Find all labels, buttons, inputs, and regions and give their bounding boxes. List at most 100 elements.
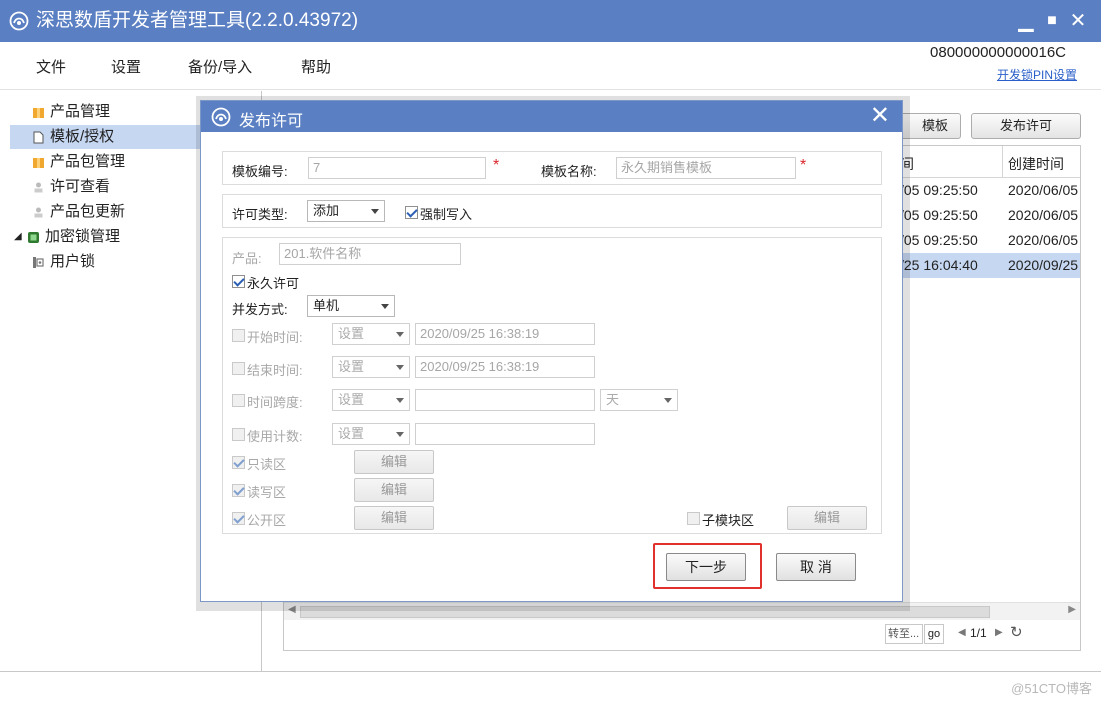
readonly-area-label: 只读区 [247, 457, 287, 472]
time-span-mode-select[interactable]: 设置 [332, 389, 410, 411]
app-title: 深思数盾开发者管理工具(2.2.0.43972) [36, 10, 359, 31]
usage-count-label: 使用计数: [247, 429, 303, 444]
license-details-group: 产品: 201.软件名称 永久许可 并发方式: 单机 开始时间: 设置 2020… [222, 237, 882, 534]
app-logo-icon [9, 11, 29, 31]
template-no-label: 模板编号: [232, 164, 288, 179]
concurrency-select[interactable]: 单机 [307, 295, 395, 317]
time-span-unit-select[interactable]: 天 [600, 389, 678, 411]
dialog-close-icon[interactable]: ✕ [870, 102, 890, 130]
expand-triangle-icon[interactable]: ◢ [14, 225, 22, 249]
public-area-checkbox[interactable] [232, 512, 245, 525]
table-cell: 2020/06/05 [1008, 182, 1079, 198]
column-divider [1002, 146, 1003, 178]
concurrency-value: 单机 [313, 298, 340, 313]
end-time-checkbox[interactable] [232, 362, 245, 375]
readwrite-area-label: 读写区 [247, 485, 287, 500]
app-logo-icon [211, 107, 231, 127]
tree-item-label: 产品管理 [50, 103, 111, 120]
readonly-area-checkbox[interactable] [232, 456, 245, 469]
menu-bar: 文件 设置 备份/导入 帮助 080000000000016C 开发锁PIN设置 [0, 42, 1101, 90]
start-time-mode-select[interactable]: 设置 [332, 323, 410, 345]
watermark: @51CTO博客 [1011, 681, 1092, 696]
concurrency-label: 并发方式: [232, 302, 288, 317]
readwrite-edit-button[interactable]: 编辑 [354, 478, 434, 502]
table-cell: 2020/09/25 [1008, 257, 1079, 273]
chip-icon [28, 232, 39, 243]
box-icon [33, 108, 44, 118]
time-span-field[interactable] [415, 389, 595, 411]
start-time-label: 开始时间: [247, 330, 303, 345]
product-field[interactable]: 201.软件名称 [279, 243, 461, 265]
license-type-label: 许可类型: [232, 207, 288, 222]
tree-item-label: 模板/授权 [50, 128, 115, 145]
go-button[interactable]: go [924, 624, 944, 644]
refresh-icon[interactable]: ↻ [1010, 623, 1023, 641]
start-time-checkbox[interactable] [232, 329, 245, 342]
tree-item-label: 许可查看 [50, 178, 111, 195]
publish-license-button[interactable]: 发布许可 [971, 113, 1081, 139]
time-span-mode: 设置 [338, 392, 365, 407]
usage-count-field[interactable] [415, 423, 595, 445]
force-write-checkbox[interactable] [405, 206, 418, 219]
column-header-created-time[interactable]: 创建时间 [1008, 154, 1064, 174]
product-label: 产品: [232, 251, 262, 266]
license-type-select[interactable]: 添加 [307, 200, 385, 222]
usage-count-checkbox[interactable] [232, 428, 245, 441]
tree-item-label: 加密锁管理 [45, 228, 121, 245]
submodule-area-checkbox[interactable] [687, 512, 700, 525]
template-name-field[interactable]: 永久期销售模板 [616, 157, 796, 179]
next-step-highlight [653, 543, 762, 589]
public-area-label: 公开区 [247, 513, 287, 528]
template-name-label: 模板名称: [541, 164, 597, 179]
end-time-mode-select[interactable]: 设置 [332, 356, 410, 378]
device-id: 080000000000016C [930, 44, 1066, 61]
end-time-mode: 设置 [338, 359, 365, 374]
start-time-field[interactable]: 2020/09/25 16:38:19 [415, 323, 595, 345]
pin-settings-link[interactable]: 开发锁PIN设置 [997, 66, 1077, 83]
public-edit-button[interactable]: 编辑 [354, 506, 434, 530]
prev-page-icon[interactable]: ◀ [958, 627, 966, 638]
time-span-checkbox[interactable] [232, 394, 245, 407]
permanent-license-checkbox[interactable] [232, 275, 245, 288]
template-no-field[interactable]: 7 [308, 157, 486, 179]
publish-license-dialog: 发布许可 ✕ 模板编号: 7 * 模板名称: 永久期销售模板 * 许可类型: 添… [200, 100, 903, 602]
menu-file[interactable]: 文件 [36, 56, 66, 77]
cancel-button[interactable]: 取 消 [776, 553, 856, 581]
dialog-title: 发布许可 [239, 113, 304, 130]
chevron-down-icon [396, 432, 404, 437]
goto-page-input[interactable]: 转至... [885, 624, 923, 644]
submodule-edit-button[interactable]: 编辑 [787, 506, 867, 530]
required-mark: * [493, 157, 500, 174]
force-write-label: 强制写入 [420, 207, 473, 222]
chevron-down-icon [396, 398, 404, 403]
maximize-icon[interactable]: ■ [1040, 8, 1064, 34]
tree-item-label: 产品包更新 [50, 203, 126, 220]
chevron-down-icon [381, 304, 389, 309]
minimize-icon[interactable]: ▁ [1014, 8, 1038, 34]
start-time-mode: 设置 [338, 326, 365, 341]
menu-help[interactable]: 帮助 [301, 56, 331, 77]
end-time-field[interactable]: 2020/09/25 16:38:19 [415, 356, 595, 378]
page-indicator: 1/1 [970, 626, 987, 640]
menu-backup-import[interactable]: 备份/导入 [188, 56, 252, 77]
table-cell: 2020/06/05 [1008, 232, 1079, 248]
pager: 转至... go ◀ 1/1 ▶ ↻ [284, 620, 1080, 650]
usage-count-mode-select[interactable]: 设置 [332, 423, 410, 445]
tree-item-template-license[interactable]: 模板/授权 [10, 125, 200, 149]
close-icon[interactable]: ✕ [1066, 8, 1090, 34]
dialog-title-bar: 发布许可 ✕ [201, 101, 902, 132]
scroll-right-icon[interactable]: ▶ [1068, 604, 1076, 615]
template-info-group: 模板编号: 7 * 模板名称: 永久期销售模板 * [222, 151, 882, 185]
chevron-down-icon [664, 398, 672, 403]
table-cell: /05 09:25:50 [900, 207, 978, 223]
required-mark: * [800, 157, 807, 174]
title-bar: 深思数盾开发者管理工具(2.2.0.43972) ▁ ■ ✕ [0, 0, 1101, 42]
menu-settings[interactable]: 设置 [111, 56, 141, 77]
readonly-edit-button[interactable]: 编辑 [354, 450, 434, 474]
time-span-label: 时间跨度: [247, 395, 303, 410]
readwrite-area-checkbox[interactable] [232, 484, 245, 497]
person-icon [34, 207, 43, 218]
next-page-icon[interactable]: ▶ [995, 627, 1003, 638]
usage-count-mode: 设置 [338, 426, 365, 441]
table-cell: /05 09:25:50 [900, 232, 978, 248]
